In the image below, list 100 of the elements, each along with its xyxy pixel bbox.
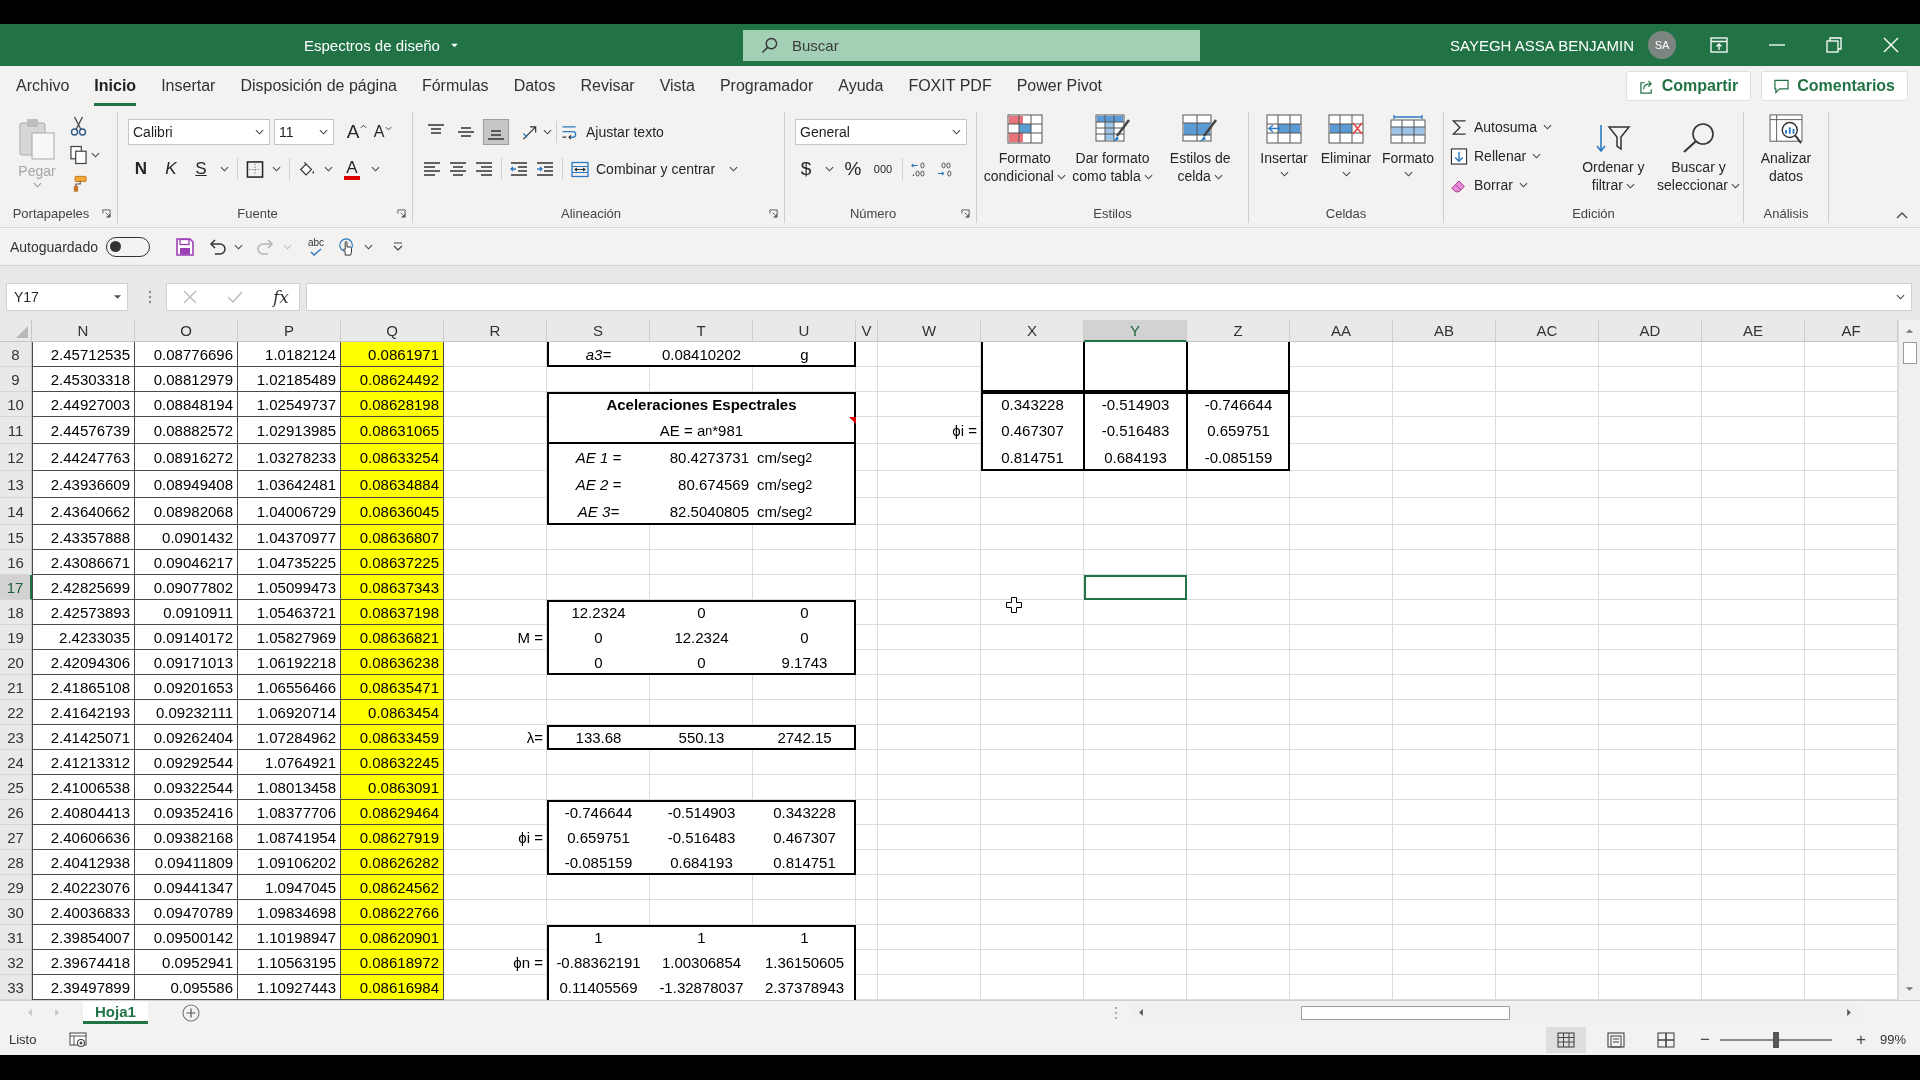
column-header[interactable]: W xyxy=(878,320,981,342)
zoom-level-text[interactable]: 99% xyxy=(1879,1032,1906,1047)
ribbon-tab[interactable]: FOXIT PDF xyxy=(908,66,992,106)
normal-view-button[interactable] xyxy=(1546,1026,1587,1053)
row-header[interactable]: 18 xyxy=(0,600,32,625)
insert-cells-button[interactable]: Insertar xyxy=(1254,114,1314,177)
column-header[interactable]: N xyxy=(32,320,135,342)
ribbon-tab[interactable]: Power Pivot xyxy=(1016,66,1103,106)
row-header[interactable]: 15 xyxy=(0,525,32,550)
caret-icon[interactable] xyxy=(233,243,243,250)
thousands-button[interactable]: 000 xyxy=(872,156,894,182)
caret-icon[interactable] xyxy=(825,166,834,172)
column-header[interactable]: T xyxy=(650,320,753,342)
comments-button[interactable]: Comentarios xyxy=(1761,71,1908,101)
merge-center-button[interactable]: Combinar y centrar xyxy=(571,156,716,182)
ribbon-tab[interactable]: Disposición de página xyxy=(240,66,397,106)
spelling-button[interactable]: abc xyxy=(307,237,325,256)
scroll-up-icon[interactable] xyxy=(1905,328,1914,334)
bottom-align-button[interactable] xyxy=(483,119,509,145)
expand-icon[interactable] xyxy=(1896,294,1905,300)
formula-input[interactable] xyxy=(305,283,1912,311)
shrink-font-button[interactable]: A xyxy=(372,119,394,145)
autosum-button[interactable]: Autosuma xyxy=(1450,114,1573,140)
user-avatar[interactable]: SA xyxy=(1648,31,1676,59)
row-header[interactable]: 12 xyxy=(0,444,32,471)
row-header[interactable]: 20 xyxy=(0,650,32,675)
ribbon-tab[interactable]: Programador xyxy=(719,66,814,106)
caret-icon[interactable] xyxy=(364,243,374,250)
new-sheet-icon[interactable] xyxy=(181,1003,200,1022)
vertical-dots-icon[interactable] xyxy=(148,290,152,304)
borders-icon[interactable] xyxy=(246,160,264,178)
row-header[interactable]: 16 xyxy=(0,550,32,575)
scroll-left-icon[interactable] xyxy=(1137,1008,1144,1017)
format-cells-button[interactable]: Formato xyxy=(1378,114,1438,177)
ribbon-tab[interactable]: Insertar xyxy=(161,66,216,106)
caret-icon[interactable] xyxy=(371,166,380,172)
row-header[interactable]: 29 xyxy=(0,875,32,900)
font-name-dropdown[interactable]: Calibri xyxy=(128,119,270,145)
underline-button[interactable]: S xyxy=(190,156,212,182)
row-header[interactable]: 17 xyxy=(0,575,32,600)
column-header[interactable]: X xyxy=(981,320,1084,342)
scrollbar-thumb[interactable] xyxy=(1902,342,1917,364)
column-header[interactable]: O xyxy=(135,320,238,342)
column-header[interactable]: V xyxy=(856,320,878,342)
row-header[interactable]: 22 xyxy=(0,700,32,725)
caret-icon[interactable] xyxy=(324,166,333,172)
record-macro-icon[interactable] xyxy=(69,1031,87,1048)
copy-icon[interactable] xyxy=(70,145,87,165)
clear-button[interactable]: Borrar xyxy=(1450,172,1573,198)
ribbon-tab[interactable]: Fórmulas xyxy=(421,66,489,106)
scissors-icon[interactable] xyxy=(70,116,87,136)
ribbon-tab[interactable]: Vista xyxy=(659,66,695,106)
dialog-launcher-icon[interactable] xyxy=(397,208,406,218)
currency-button[interactable]: $ xyxy=(795,156,817,182)
conditional-formatting-button[interactable]: Formato condicional xyxy=(981,114,1069,185)
row-header[interactable]: 23 xyxy=(0,725,32,750)
document-title[interactable]: Espectros de diseño xyxy=(304,36,440,54)
selected-cell[interactable] xyxy=(1084,575,1187,600)
zoom-out-button[interactable]: − xyxy=(1700,1029,1711,1050)
grow-font-button[interactable]: A xyxy=(346,119,368,145)
scroll-right-icon[interactable] xyxy=(1845,1008,1852,1017)
font-color-button[interactable]: A xyxy=(341,156,363,182)
column-header[interactable]: R xyxy=(444,320,547,342)
row-header[interactable]: 10 xyxy=(0,392,32,417)
save-icon[interactable] xyxy=(175,237,194,256)
percent-button[interactable]: % xyxy=(842,156,864,182)
close-icon[interactable] xyxy=(1883,37,1899,53)
row-header[interactable]: 13 xyxy=(0,471,32,498)
ribbon-tab[interactable]: Ayuda xyxy=(838,66,884,106)
column-header[interactable]: AD xyxy=(1599,320,1702,342)
caret-icon[interactable] xyxy=(272,166,281,172)
zoom-in-button[interactable]: + xyxy=(1856,1029,1866,1050)
row-header[interactable]: 32 xyxy=(0,950,32,975)
column-header[interactable]: AB xyxy=(1393,320,1496,342)
row-header[interactable]: 11 xyxy=(0,417,32,444)
caret-icon[interactable] xyxy=(220,166,229,172)
align-right-icon[interactable] xyxy=(475,162,493,176)
decrease-indent-icon[interactable] xyxy=(510,162,528,176)
row-header[interactable]: 24 xyxy=(0,750,32,775)
find-select-button[interactable]: Buscar y seleccionar xyxy=(1653,114,1743,203)
format-as-table-button[interactable]: Dar formato como tabla xyxy=(1068,114,1157,185)
delete-cells-button[interactable]: Eliminar xyxy=(1316,114,1376,177)
row-header[interactable]: 31 xyxy=(0,925,32,950)
cell-styles-button[interactable]: Estilos de celda xyxy=(1156,114,1244,185)
column-header[interactable]: Q xyxy=(341,320,444,342)
caret-icon[interactable] xyxy=(543,129,552,135)
undo-icon[interactable] xyxy=(207,237,226,256)
row-header[interactable]: 28 xyxy=(0,850,32,875)
ribbon-display-icon[interactable] xyxy=(1710,37,1728,53)
caret-icon[interactable] xyxy=(91,152,100,158)
vertical-scrollbar[interactable] xyxy=(1898,320,1920,1000)
column-header[interactable]: AC xyxy=(1496,320,1599,342)
row-header[interactable]: 8 xyxy=(0,342,32,367)
collapse-ribbon-icon[interactable] xyxy=(1896,212,1908,219)
align-left-icon[interactable] xyxy=(423,162,441,176)
customize-icon[interactable] xyxy=(393,242,404,251)
dialog-launcher-icon[interactable] xyxy=(769,208,778,218)
column-header[interactable]: AE xyxy=(1702,320,1805,342)
dialog-launcher-icon[interactable] xyxy=(961,208,970,218)
row-header[interactable]: 21 xyxy=(0,675,32,700)
